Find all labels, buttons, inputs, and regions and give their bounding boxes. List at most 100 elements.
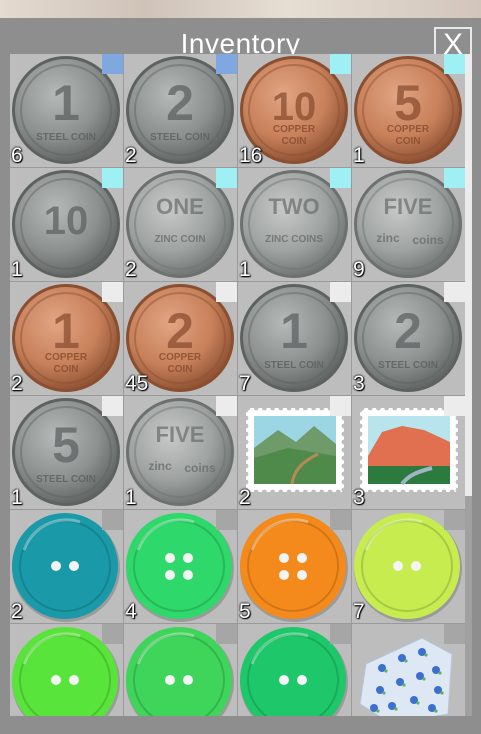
- slot-corner-marker: [330, 396, 351, 416]
- item-quantity: 5: [239, 600, 251, 623]
- inventory-slot-zinc-coins-five-b[interactable]: FIVE zinc coins 1: [124, 396, 237, 509]
- slot-corner-marker: [216, 510, 237, 530]
- inventory-slot-steel-coin-5[interactable]: 5 STEEL COIN 1: [10, 396, 123, 509]
- slot-corner-marker: [216, 54, 237, 74]
- coin-inscription-sub: coins: [412, 233, 444, 247]
- slot-corner-marker: [102, 282, 123, 302]
- slot-corner-marker: [330, 168, 351, 188]
- item-quantity: 7: [239, 372, 251, 395]
- item-quantity: 1: [11, 258, 23, 281]
- coin-denomination-text: ONE: [156, 194, 204, 219]
- item-quantity: 2: [125, 258, 137, 281]
- slot-corner-marker: [444, 54, 465, 74]
- slot-corner-marker: [216, 282, 237, 302]
- coin-inscription: STEEL COIN: [264, 360, 324, 371]
- inventory-slot-copper-coin-2[interactable]: 2 COPPER COIN 45: [124, 282, 237, 395]
- item-quantity: 4: [125, 600, 137, 623]
- inventory-slot-button-mid-green[interactable]: [124, 624, 237, 716]
- slot-corner-marker: [216, 624, 237, 644]
- inventory-slot-steel-coin-10[interactable]: 10 1: [10, 168, 123, 281]
- item-quantity: 16: [239, 144, 263, 167]
- item-quantity: 1: [125, 486, 137, 509]
- slot-corner-marker: [444, 510, 465, 530]
- coin-inscription: zinc: [376, 231, 400, 245]
- item-quantity: 2: [11, 372, 23, 395]
- inventory-grid: 1 STEEL COIN 6 2 STEEL COIN 2 10 COPPER COIN 16 5 C…: [10, 54, 465, 716]
- coin-denomination-text: FIVE: [384, 194, 433, 219]
- slot-corner-marker: [330, 282, 351, 302]
- coin-inscription: STEEL COIN: [36, 474, 96, 485]
- inventory-slot-button-teal[interactable]: 2: [10, 510, 123, 623]
- coin-inscription: STEEL COIN: [36, 132, 96, 143]
- coin-inscription-sub: COIN: [54, 364, 79, 375]
- inventory-slot-button-bright-green[interactable]: [10, 624, 123, 716]
- scrollbar-thumb[interactable]: [465, 54, 472, 496]
- inventory-slot-steel-coin-2b[interactable]: 2 STEEL COIN 3: [352, 282, 465, 395]
- item-quantity: 3: [353, 372, 365, 395]
- inventory-slot-stamp-mountain[interactable]: 3: [352, 396, 465, 509]
- coin-inscription: STEEL COIN: [150, 132, 210, 143]
- item-quantity: 2: [239, 486, 251, 509]
- slot-corner-marker: [216, 396, 237, 416]
- background-wall: [0, 0, 481, 20]
- inventory-slot-copper-coin-5[interactable]: 5 COPPER COIN 1: [352, 54, 465, 167]
- slot-corner-marker: [216, 168, 237, 188]
- coin-inscription: COPPER: [45, 352, 88, 363]
- coin-denomination-text: 2: [166, 303, 194, 359]
- coin-denomination-text: 5: [394, 75, 422, 131]
- inventory-slot-fabric-floral[interactable]: [352, 624, 465, 716]
- inventory-slot-zinc-coin-one[interactable]: ONE ZINC COIN 2: [124, 168, 237, 281]
- slot-corner-marker: [102, 396, 123, 416]
- slot-corner-marker: [444, 396, 465, 416]
- slot-corner-marker: [330, 624, 351, 644]
- inventory-slot-steel-coin-2[interactable]: 2 STEEL COIN 2: [124, 54, 237, 167]
- coin-denomination-text: 5: [52, 417, 80, 473]
- item-quantity: 7: [353, 600, 365, 623]
- slot-corner-marker: [102, 624, 123, 644]
- inventory-slot-button-green[interactable]: 4: [124, 510, 237, 623]
- item-quantity: 3: [353, 486, 365, 509]
- scrollbar[interactable]: [465, 54, 472, 716]
- coin-inscription: STEEL COIN: [378, 360, 438, 371]
- inventory-slot-steel-coin-1[interactable]: 1 STEEL COIN 6: [10, 54, 123, 167]
- slot-corner-marker: [444, 624, 465, 644]
- item-quantity: 45: [125, 372, 149, 395]
- coin-inscription: COPPER: [273, 124, 316, 135]
- inventory-slot-button-lime[interactable]: 7: [352, 510, 465, 623]
- slot-corner-marker: [444, 168, 465, 188]
- coin-inscription: ZINC COIN: [154, 234, 205, 245]
- inventory-slot-zinc-coins-five[interactable]: FIVE zinc coins 9: [352, 168, 465, 281]
- inventory-slot-zinc-coins-two[interactable]: TWO ZINC COINS 1: [238, 168, 351, 281]
- coin-denomination-text: 1: [52, 75, 80, 131]
- inventory-slot-button-orange[interactable]: 5: [238, 510, 351, 623]
- inventory-slot-copper-coin-10[interactable]: 10 COPPER COIN 16: [238, 54, 351, 167]
- inventory-slot-copper-coin-1[interactable]: 1 COPPER COIN 2: [10, 282, 123, 395]
- coin-inscription-sub: coins: [184, 461, 216, 475]
- slot-corner-marker: [330, 510, 351, 530]
- item-quantity: 1: [11, 486, 23, 509]
- item-quantity: 2: [125, 144, 137, 167]
- slot-corner-marker: [330, 54, 351, 74]
- inventory-grid-viewport: 1 STEEL COIN 6 2 STEEL COIN 2 10 COPPER COIN 16 5 C…: [10, 54, 465, 716]
- item-quantity: 2: [11, 600, 23, 623]
- coin-denomination-text: 10: [44, 199, 89, 243]
- coin-inscription-sub: COIN: [396, 136, 421, 147]
- coin-denomination-text: TWO: [268, 194, 319, 219]
- coin-denomination-text: 1: [280, 303, 308, 359]
- slot-corner-marker: [444, 282, 465, 302]
- coin-denomination-text: 1: [52, 303, 80, 359]
- coin-inscription: COPPER: [159, 352, 202, 363]
- coin-denomination-text: 2: [394, 303, 422, 359]
- coin-inscription-sub: COIN: [282, 136, 307, 147]
- coin-denomination-text: 2: [166, 75, 194, 131]
- item-quantity: 1: [353, 144, 365, 167]
- coin-inscription: COPPER: [387, 124, 430, 135]
- inventory-slot-stamp-valley[interactable]: 2: [238, 396, 351, 509]
- coin-denomination-text: FIVE: [156, 422, 205, 447]
- slot-corner-marker: [102, 510, 123, 530]
- inventory-slot-steel-coin-1b[interactable]: 1 STEEL COIN 7: [238, 282, 351, 395]
- coin-inscription: zinc: [148, 459, 172, 473]
- coin-inscription-sub: COIN: [168, 364, 193, 375]
- item-quantity: 6: [11, 144, 23, 167]
- inventory-slot-button-emerald[interactable]: [238, 624, 351, 716]
